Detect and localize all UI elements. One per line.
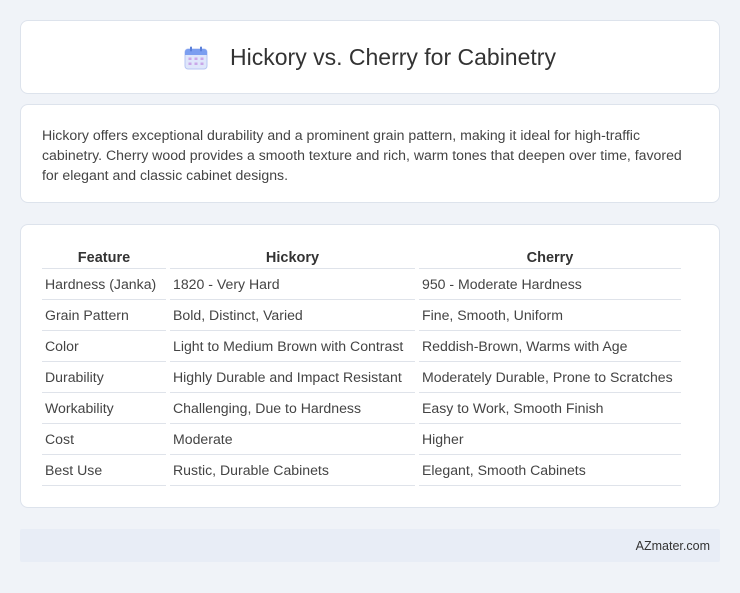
table-cell: Best Use	[42, 455, 166, 486]
calendar-icon	[184, 46, 208, 70]
table-cell: Durability	[42, 362, 166, 393]
table-row: Cost Moderate Higher	[42, 424, 681, 455]
table-row: Durability Highly Durable and Impact Res…	[42, 362, 681, 393]
page-title: Hickory vs. Cherry for Cabinetry	[230, 43, 556, 70]
table-row: Workability Challenging, Due to Hardness…	[42, 393, 681, 424]
table-cell: Elegant, Smooth Cabinets	[419, 455, 681, 486]
table-cell: Light to Medium Brown with Contrast	[170, 331, 415, 362]
table-row: Color Light to Medium Brown with Contras…	[42, 331, 681, 362]
footer-bar: AZmater.com	[20, 529, 720, 562]
comparison-card: Feature Hickory Cherry Hardness (Janka) …	[20, 224, 720, 508]
intro-card: Hickory offers exceptional durability an…	[20, 104, 720, 203]
header-feature: Feature	[42, 246, 166, 269]
table-cell: Color	[42, 331, 166, 362]
table-cell: Easy to Work, Smooth Finish	[419, 393, 681, 424]
table-cell: Hardness (Janka)	[42, 269, 166, 300]
title-card: Hickory vs. Cherry for Cabinetry	[20, 20, 720, 94]
table-cell: Challenging, Due to Hardness	[170, 393, 415, 424]
comparison-table: Feature Hickory Cherry Hardness (Janka) …	[38, 246, 685, 486]
footer-brand[interactable]: AZmater.com	[636, 539, 710, 553]
table-row: Grain Pattern Bold, Distinct, Varied Fin…	[42, 300, 681, 331]
table-row: Hardness (Janka) 1820 - Very Hard 950 - …	[42, 269, 681, 300]
table-header-row: Feature Hickory Cherry	[42, 246, 681, 269]
table-row: Best Use Rustic, Durable Cabinets Elegan…	[42, 455, 681, 486]
table-cell: Moderately Durable, Prone to Scratches	[419, 362, 681, 393]
table-cell: 950 - Moderate Hardness	[419, 269, 681, 300]
table-cell: Highly Durable and Impact Resistant	[170, 362, 415, 393]
table-cell: Workability	[42, 393, 166, 424]
table-cell: Cost	[42, 424, 166, 455]
table-cell: Grain Pattern	[42, 300, 166, 331]
header-cherry: Cherry	[419, 246, 681, 269]
header-hickory: Hickory	[170, 246, 415, 269]
table-cell: Reddish-Brown, Warms with Age	[419, 331, 681, 362]
table-cell: Moderate	[170, 424, 415, 455]
table-cell: Higher	[419, 424, 681, 455]
table-cell: Rustic, Durable Cabinets	[170, 455, 415, 486]
intro-text: Hickory offers exceptional durability an…	[42, 127, 682, 183]
table-cell: Bold, Distinct, Varied	[170, 300, 415, 331]
table-cell: Fine, Smooth, Uniform	[419, 300, 681, 331]
table-cell: 1820 - Very Hard	[170, 269, 415, 300]
